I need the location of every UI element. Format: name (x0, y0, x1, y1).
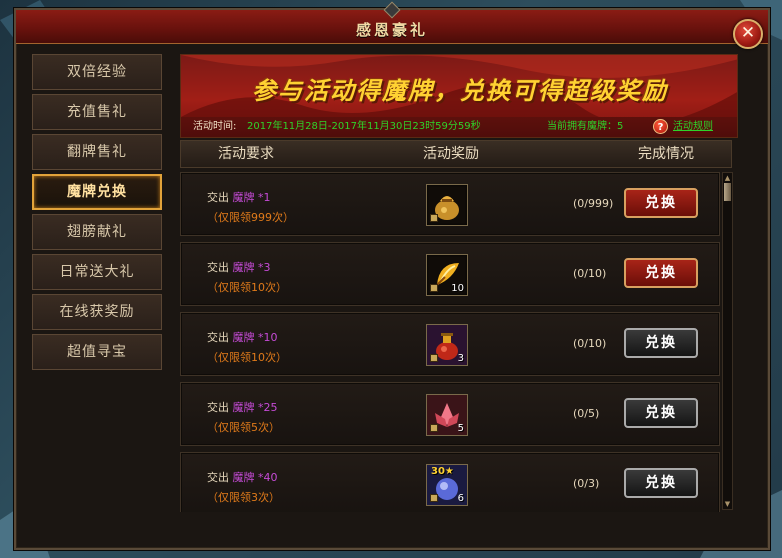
card-name: 魔牌 (232, 261, 255, 274)
banner-info-bar: 活动时间: 2017年11月28日-2017年11月30日23时59分59秒 当… (181, 117, 737, 137)
requirement-text: 交出 魔牌 *40 (207, 469, 278, 485)
limit-text: （仅限领10次） (207, 351, 287, 364)
bound-lock-icon (430, 424, 438, 432)
exchange-button[interactable]: 兑换 (624, 328, 698, 358)
sidebar-item-recharge-gift[interactable]: 充值售礼 (32, 94, 162, 130)
exchange-button[interactable]: 兑换 (624, 398, 698, 428)
event-time-label: 活动时间: (193, 121, 237, 132)
card-count: *10 (258, 331, 278, 344)
window-title: 感恩豪礼 (355, 21, 428, 39)
reward-quantity: 10 (451, 283, 464, 294)
event-rules-link[interactable]: 活动规则 (673, 117, 713, 137)
requirement-text: 交出 魔牌 *10 (207, 329, 278, 345)
exchange-button[interactable]: 兑换 (624, 258, 698, 288)
scroll-down-icon[interactable]: ▼ (723, 499, 732, 509)
progress-text: (0/3) (573, 477, 600, 490)
reward-slot[interactable]: 3 (426, 324, 468, 366)
exchange-button[interactable]: 兑换 (624, 188, 698, 218)
exchange-row: 交出 魔牌 *40 （仅限领3次） 30★ 6 (0/3) 兑换 (180, 452, 720, 512)
requirement-prefix: 交出 (207, 261, 229, 274)
card-name: 魔牌 (232, 191, 255, 204)
requirement-text: 交出 魔牌 *25 (207, 399, 278, 415)
exchange-row: 交出 魔牌 *3 （仅限领10次） 10 (0/10) 兑换 (180, 242, 720, 306)
card-count: *1 (258, 191, 271, 204)
requirement-text: 交出 魔牌 *1 (207, 189, 271, 205)
card-name: 魔牌 (232, 471, 255, 484)
card-count: *3 (258, 261, 271, 274)
bound-lock-icon (430, 494, 438, 502)
limit-text: （仅限领3次） (207, 491, 280, 504)
exchange-list: 交出 魔牌 *1 （仅限领999次） (0/999) 兑换 交出 魔牌 *3 （… (180, 172, 720, 512)
exchange-row: 交出 魔牌 *10 （仅限领10次） 3 (0/10) 兑换 (180, 312, 720, 376)
title-bar: 感恩豪礼 (16, 1, 768, 44)
table-header: 活动要求 活动奖励 完成情况 (180, 140, 732, 168)
reward-slot[interactable]: 30★ 6 (426, 464, 468, 506)
sidebar-item-card-exchange[interactable]: 魔牌兑换 (32, 174, 162, 210)
progress-text: (0/10) (573, 337, 607, 350)
card-count: *40 (258, 471, 278, 484)
requirement-prefix: 交出 (207, 401, 229, 414)
bound-lock-icon (430, 354, 438, 362)
card-count: *25 (258, 401, 278, 414)
card-name: 魔牌 (232, 401, 255, 414)
sidebar-item-treasure-hunt[interactable]: 超值寻宝 (32, 334, 162, 370)
banner-title: 参与活动得魔牌，兑换可得超级奖励 (252, 77, 668, 105)
reward-level-badge: 30★ (431, 466, 454, 477)
reward-quantity: 6 (457, 493, 464, 504)
header-status: 完成情况 (638, 146, 694, 162)
owned-cards-count: 当前拥有魔牌：5 (547, 121, 624, 132)
requirement-prefix: 交出 (207, 471, 229, 484)
reward-slot[interactable]: 5 (426, 394, 468, 436)
list-scrollbar[interactable]: ▲ ▼ (722, 172, 733, 510)
requirement-prefix: 交出 (207, 331, 229, 344)
exchange-row: 交出 魔牌 *25 （仅限领5次） 5 (0/5) 兑换 (180, 382, 720, 446)
event-time-value: 2017年11月28日-2017年11月30日23时59分59秒 (247, 121, 481, 132)
progress-text: (0/999) (573, 197, 614, 210)
sidebar-item-flip-card-gift[interactable]: 翻牌售礼 (32, 134, 162, 170)
progress-text: (0/10) (573, 267, 607, 280)
header-reward: 活动奖励 (423, 146, 479, 162)
limit-text: （仅限领999次） (207, 211, 294, 224)
exchange-button[interactable]: 兑换 (624, 468, 698, 498)
reward-quantity: 3 (457, 353, 464, 364)
requirement-prefix: 交出 (207, 191, 229, 204)
sidebar-item-wing-gift[interactable]: 翅膀献礼 (32, 214, 162, 250)
exchange-row: 交出 魔牌 *1 （仅限领999次） (0/999) 兑换 (180, 172, 720, 236)
progress-text: (0/5) (573, 407, 600, 420)
requirement-text: 交出 魔牌 *3 (207, 259, 271, 275)
reward-quantity: 5 (457, 423, 464, 434)
header-requirement: 活动要求 (218, 146, 274, 162)
reward-slot[interactable] (426, 184, 468, 226)
card-name: 魔牌 (232, 331, 255, 344)
sidebar: 双倍经验 充值售礼 翻牌售礼 魔牌兑换 翅膀献礼 日常送大礼 在线获奖励 超值寻… (32, 54, 177, 374)
bound-lock-icon (430, 214, 438, 222)
scroll-thumb[interactable] (724, 183, 731, 201)
close-button[interactable]: ✕ (733, 19, 763, 49)
reward-slot[interactable]: 10 (426, 254, 468, 296)
event-banner: 参与活动得魔牌，兑换可得超级奖励 活动时间: 2017年11月28日-2017年… (180, 54, 738, 138)
sidebar-item-daily-gift[interactable]: 日常送大礼 (32, 254, 162, 290)
bound-lock-icon (430, 284, 438, 292)
help-icon[interactable]: ? (653, 119, 668, 134)
sidebar-item-double-exp[interactable]: 双倍经验 (32, 54, 162, 90)
sidebar-item-online-reward[interactable]: 在线获奖励 (32, 294, 162, 330)
limit-text: （仅限领5次） (207, 421, 280, 434)
scroll-up-icon[interactable]: ▲ (723, 173, 732, 183)
limit-text: （仅限领10次） (207, 281, 287, 294)
